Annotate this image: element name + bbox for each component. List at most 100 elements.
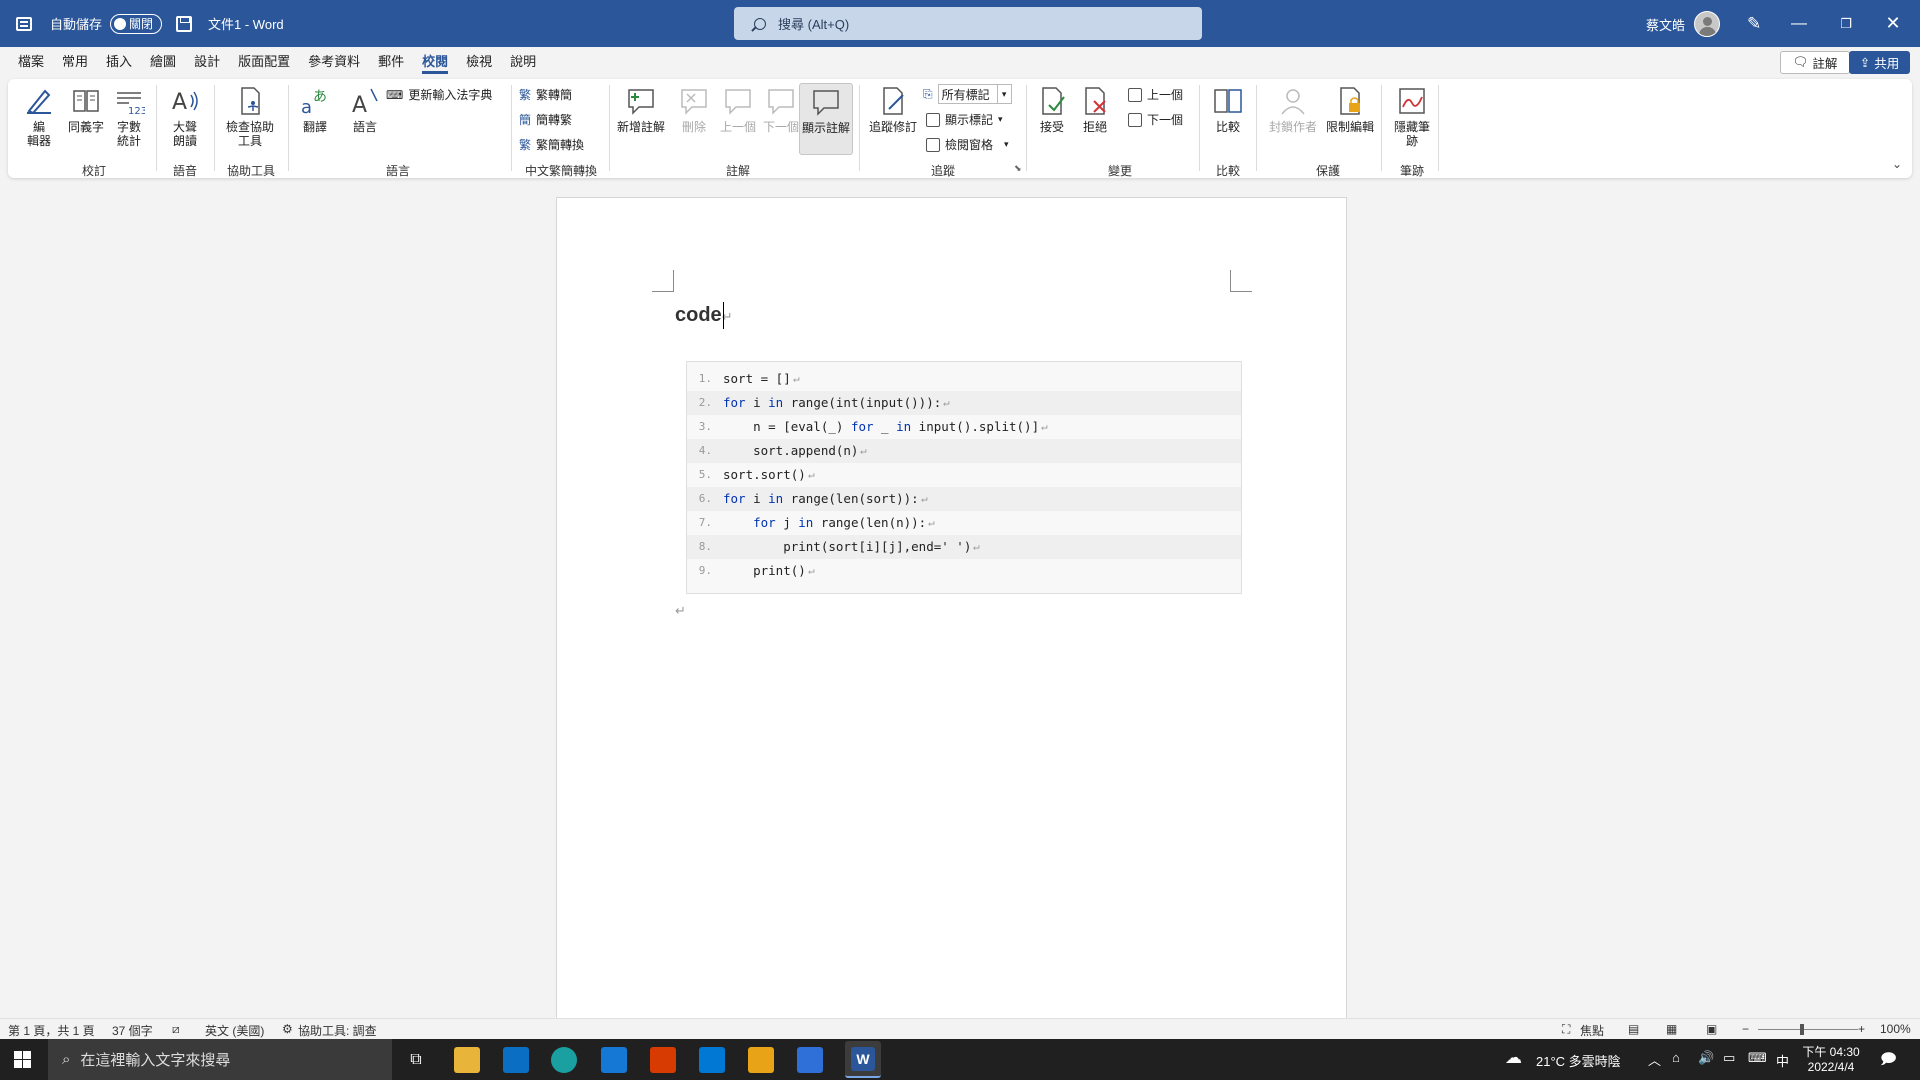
tab-layout[interactable]: 版面配置 <box>229 47 299 77</box>
tab-review[interactable]: 校閱 <box>413 47 457 77</box>
vscode-icon[interactable] <box>699 1047 725 1073</box>
tab-draw[interactable]: 繪圖 <box>141 47 185 77</box>
next-comment-button[interactable]: 下一個 <box>761 85 801 134</box>
track-changes-button[interactable]: 追蹤修訂 <box>866 85 920 134</box>
update-ime-button[interactable]: ⌨ 更新輸入法字典 <box>386 86 492 103</box>
editor-button[interactable]: 編 輯器 <box>22 85 56 148</box>
clock-date[interactable]: 2022/4/4 <box>1800 1060 1862 1074</box>
new-comment-button[interactable]: 新增註解 <box>613 85 669 134</box>
windows-start-icon[interactable] <box>14 1051 31 1068</box>
zoom-slider-thumb[interactable] <box>1800 1024 1804 1035</box>
word-app-icon[interactable] <box>16 16 32 31</box>
collapse-ribbon-icon[interactable]: ⌄ <box>1892 157 1902 171</box>
to-simplified-button[interactable]: 簡簡轉繁 <box>519 111 572 128</box>
tab-file[interactable]: 檔案 <box>9 47 53 77</box>
task-view-icon[interactable]: ⧉ <box>403 1047 429 1073</box>
clock-time[interactable]: 下午 04:30 <box>1800 1043 1862 1060</box>
pen-icon[interactable]: ✎ <box>1747 14 1761 34</box>
to-traditional-button[interactable]: 繁繁轉簡 <box>519 86 572 103</box>
code-line[interactable]: 4. sort.append(n) ↵ <box>687 439 1241 463</box>
language-status[interactable]: 英文 (美國) <box>205 1022 264 1039</box>
hide-ink-button[interactable]: 隱藏筆 跡 <box>1390 85 1434 148</box>
conversion-button[interactable]: 繁繁簡轉換 <box>519 136 584 153</box>
read-aloud-button[interactable]: A 大聲 朗讀 <box>168 85 202 148</box>
accessibility-status[interactable]: 協助工具: 調查 <box>298 1022 377 1039</box>
code-line[interactable]: 3. n = [eval(_) for _ in input().split()… <box>687 415 1241 439</box>
app-icon[interactable] <box>748 1047 774 1073</box>
code-line[interactable]: 1. sort = [] ↵ <box>687 367 1241 391</box>
user-name[interactable]: 蔡文皓 <box>1646 15 1685 34</box>
code-line[interactable]: 6. for i in range(len(sort)): ↵ <box>687 487 1241 511</box>
next-change-button[interactable]: 下一個 <box>1128 111 1183 128</box>
print-layout-icon[interactable]: ▦ <box>1666 1022 1677 1036</box>
code-line[interactable]: 9. print() ↵ <box>687 559 1241 583</box>
translate-button[interactable]: aあ 翻譯 <box>298 85 332 134</box>
minimize-icon[interactable]: — <box>1776 0 1822 47</box>
focus-label[interactable]: 焦點 <box>1580 1022 1604 1039</box>
network-icon[interactable]: ⌂ <box>1672 1050 1680 1065</box>
save-icon[interactable] <box>176 15 193 32</box>
close-icon[interactable]: ✕ <box>1870 0 1916 47</box>
web-layout-icon[interactable]: ▣ <box>1706 1022 1717 1036</box>
code-line[interactable]: 2. for i in range(int(input())): ↵ <box>687 391 1241 415</box>
file-explorer-icon[interactable] <box>454 1047 480 1073</box>
page-count[interactable]: 第 1 頁，共 1 頁 <box>8 1022 95 1039</box>
document-page[interactable]: code↵ 1. sort = [] ↵ 2. for i in range(int(i… <box>556 197 1347 1019</box>
code-line[interactable]: 7. for j in range(len(n)): ↵ <box>687 511 1241 535</box>
restrict-editing-button[interactable]: 限制編輯 <box>1322 85 1378 134</box>
block-authors-button[interactable]: 封鎖作者 <box>1268 85 1318 134</box>
ime-indicator[interactable]: 中 <box>1776 1051 1789 1070</box>
markup-dropdown[interactable]: ⎘ 所有標記 ▾ <box>923 84 1012 104</box>
tab-references[interactable]: 參考資料 <box>299 47 369 77</box>
code-line[interactable]: 8. print(sort[i][j],end=' ') ↵ <box>687 535 1241 559</box>
reject-button[interactable]: 拒絕 <box>1078 85 1112 134</box>
check-accessibility-button[interactable]: 檢查協助 工具 <box>222 85 278 148</box>
focus-icon[interactable]: ⛶ <box>1562 1022 1570 1037</box>
mail-icon[interactable] <box>601 1047 627 1073</box>
word-taskbar-button[interactable]: W <box>845 1041 881 1078</box>
code-block[interactable]: 1. sort = [] ↵ 2. for i in range(int(input()… <box>686 361 1242 594</box>
read-mode-icon[interactable]: ▤ <box>1628 1022 1639 1036</box>
compare-button[interactable]: 比較 <box>1211 85 1245 134</box>
tab-insert[interactable]: 插入 <box>97 47 141 77</box>
taskbar-search[interactable]: ⌕ 在這裡輸入文字來搜尋 <box>48 1039 392 1080</box>
tab-home[interactable]: 常用 <box>53 47 97 77</box>
weather[interactable]: 21°C 多雲時陰 <box>1536 1051 1621 1070</box>
tab-design[interactable]: 設計 <box>185 47 229 77</box>
notification-icon[interactable]: 🗩 <box>1880 1049 1897 1074</box>
previous-comment-button[interactable]: 上一個 <box>718 85 758 134</box>
store-icon[interactable] <box>503 1047 529 1073</box>
volume-icon[interactable]: 🔊 <box>1698 1050 1714 1066</box>
chevron-up-icon[interactable]: ︿ <box>1648 1050 1661 1069</box>
show-markup-button[interactable]: 顯示標記 ▾ <box>926 111 1003 128</box>
tab-help[interactable]: 說明 <box>501 47 545 77</box>
display-icon[interactable]: ▭ <box>1723 1050 1735 1066</box>
proofing-icon[interactable]: ⧄ <box>172 1022 180 1037</box>
autosave-toggle[interactable]: 關閉 <box>110 13 163 34</box>
accept-button[interactable]: 接受 <box>1035 85 1069 134</box>
zoom-level[interactable]: 100% <box>1880 1022 1911 1036</box>
zoom-in-icon[interactable]: + <box>1858 1022 1865 1036</box>
dialog-launcher-icon[interactable]: ⬊ <box>1014 163 1022 174</box>
code-line[interactable]: 5. sort.sort() ↵ <box>687 463 1241 487</box>
show-comments-button[interactable]: 顯示註解 <box>799 83 853 155</box>
restore-icon[interactable]: ❐ <box>1823 0 1869 47</box>
previous-change-button[interactable]: 上一個 <box>1128 86 1183 103</box>
office-icon[interactable] <box>650 1047 676 1073</box>
tab-view[interactable]: 檢視 <box>457 47 501 77</box>
todo-icon[interactable] <box>797 1047 823 1073</box>
keyboard-icon[interactable]: ⌨ <box>1748 1050 1767 1066</box>
edge-icon[interactable] <box>551 1047 577 1073</box>
thesaurus-button[interactable]: 同義字 <box>66 85 106 134</box>
comments-button[interactable]: 🗨 註解 <box>1780 51 1850 74</box>
avatar[interactable] <box>1694 11 1720 37</box>
reviewing-pane-button[interactable]: 檢閱窗格 ▾ <box>926 136 1009 153</box>
zoom-slider[interactable] <box>1758 1029 1858 1030</box>
word-count[interactable]: 37 個字 <box>112 1022 153 1039</box>
delete-comment-button[interactable]: 刪除 <box>674 85 714 134</box>
search-box[interactable]: 搜尋 (Alt+Q) <box>734 7 1202 40</box>
share-button[interactable]: ⇪ 共用 <box>1849 51 1910 74</box>
zoom-out-icon[interactable]: − <box>1742 1022 1749 1036</box>
word-count-button[interactable]: 123 字數 統計 <box>112 85 146 148</box>
language-button[interactable]: A 語言 <box>348 85 382 134</box>
